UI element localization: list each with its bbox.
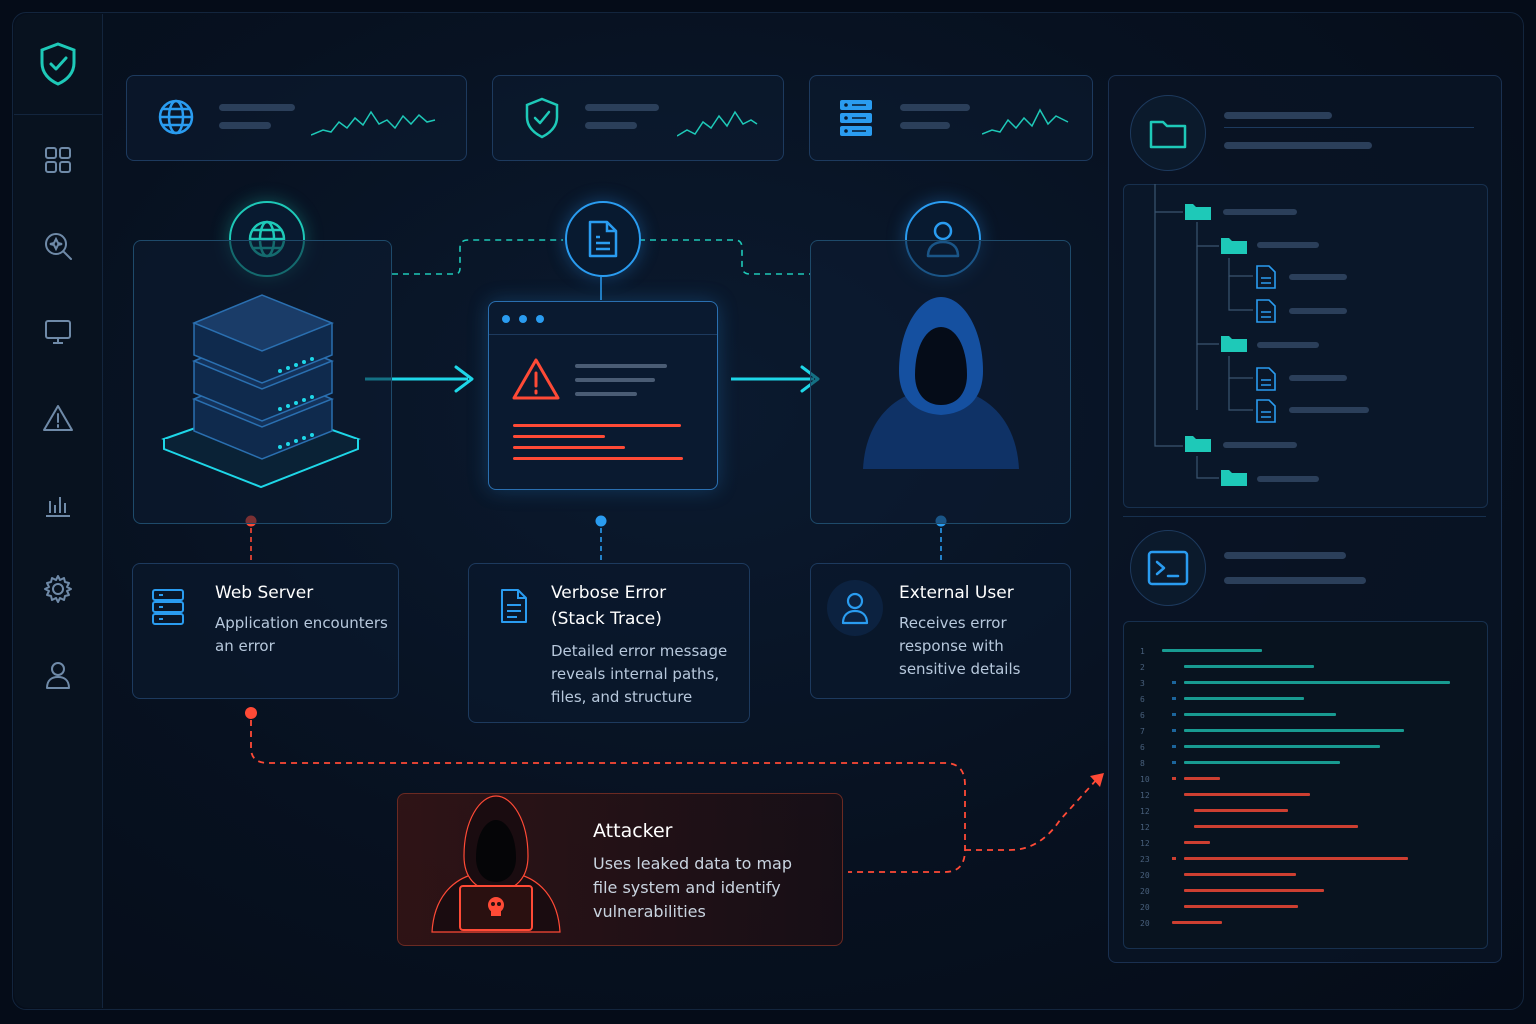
error-window[interactable] bbox=[488, 301, 718, 490]
code-line-number: 20 bbox=[1140, 887, 1150, 896]
web-server-visual[interactable] bbox=[133, 240, 392, 524]
external-user-card[interactable]: External User Receives error response wi… bbox=[810, 563, 1071, 699]
code-line-number: 3 bbox=[1140, 679, 1145, 688]
document-node-icon bbox=[565, 201, 641, 277]
code-content bbox=[1162, 649, 1450, 924]
verbose-error-description: Detailed error message reveals internal … bbox=[551, 642, 728, 706]
attacker-description: Uses leaked data to map file system and … bbox=[593, 854, 793, 921]
attacker-title: Attacker bbox=[593, 820, 673, 842]
code-line-number: 12 bbox=[1140, 839, 1150, 848]
warning-icon bbox=[512, 358, 560, 400]
terminal-icon bbox=[1147, 550, 1189, 586]
server-icon bbox=[152, 589, 184, 625]
web-server-title: Web Server bbox=[215, 583, 314, 603]
code-line-number: 6 bbox=[1140, 743, 1145, 752]
server-stack-icon bbox=[161, 294, 361, 489]
code-line-number: 10 bbox=[1140, 775, 1150, 784]
code-line-number: 12 bbox=[1140, 823, 1150, 832]
code-line-number: 1 bbox=[1140, 647, 1145, 656]
code-line-number: 6 bbox=[1140, 711, 1145, 720]
terminal-badge bbox=[1130, 530, 1206, 606]
code-line-number: 7 bbox=[1140, 727, 1145, 736]
external-user-description: Receives error response with sensitive d… bbox=[899, 614, 1021, 678]
external-user-title: External User bbox=[899, 583, 1014, 603]
folder-badge bbox=[1130, 95, 1206, 171]
document-icon bbox=[501, 589, 527, 623]
user-badge bbox=[827, 580, 883, 636]
error-window-titlebar bbox=[489, 302, 717, 335]
code-line-number: 8 bbox=[1140, 759, 1145, 768]
web-server-card[interactable]: Web Server Application encounters an err… bbox=[132, 563, 399, 699]
code-line-number: 23 bbox=[1140, 855, 1150, 864]
code-line-number: 12 bbox=[1140, 807, 1150, 816]
code-line-number: 2 bbox=[1140, 663, 1145, 672]
verbose-error-title: Verbose Error (Stack Trace) bbox=[551, 583, 667, 629]
user-icon bbox=[841, 592, 869, 625]
attacker-card[interactable]: Attacker Uses leaked data to map file sy… bbox=[397, 793, 843, 946]
code-line-number: 6 bbox=[1140, 695, 1145, 704]
file-tree-nodes bbox=[1154, 184, 1369, 486]
code-line-number: 20 bbox=[1140, 871, 1150, 880]
code-line-number: 12 bbox=[1140, 791, 1150, 800]
folder-icon bbox=[1149, 120, 1187, 149]
hooded-user-icon bbox=[863, 297, 1019, 469]
code-line-number: 20 bbox=[1140, 919, 1150, 928]
verbose-error-card[interactable]: Verbose Error (Stack Trace) Detailed err… bbox=[468, 563, 750, 723]
external-user-visual[interactable] bbox=[810, 240, 1071, 524]
document-icon bbox=[588, 220, 618, 258]
hacker-icon bbox=[431, 795, 561, 933]
code-line-number: 20 bbox=[1140, 903, 1150, 912]
web-server-description: Application encounters an error bbox=[215, 614, 388, 655]
